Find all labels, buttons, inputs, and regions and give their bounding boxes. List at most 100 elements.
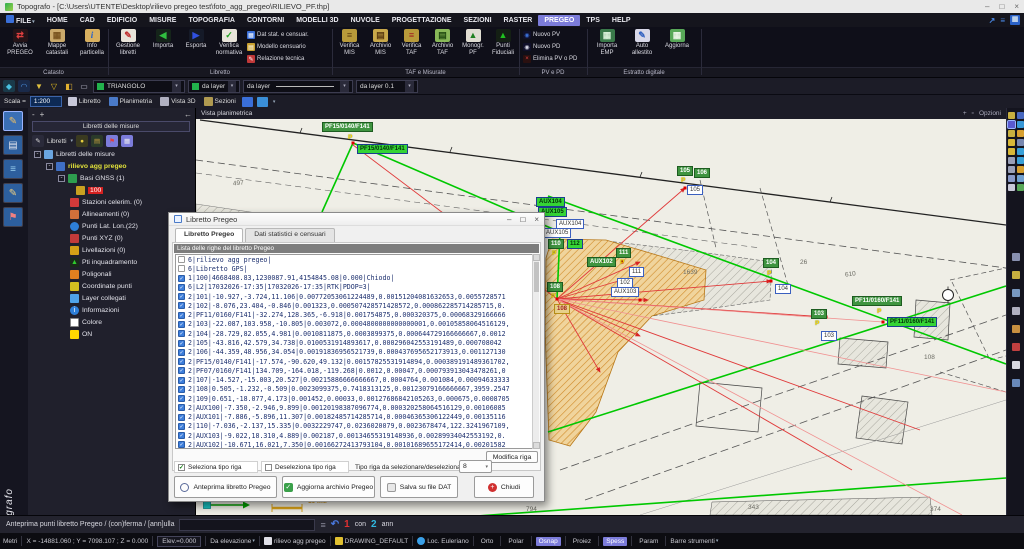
list-row[interactable]: ✓ 2|110|-7.036,-2.137,15.335|0.0032229747…: [176, 422, 537, 431]
tree-item-poligonali[interactable]: Poligonali: [70, 270, 111, 279]
collapse-icon[interactable]: -: [46, 163, 53, 170]
vista3d-view-button[interactable]: Vista 3D: [158, 97, 197, 106]
lock-icon[interactable]: ◧: [63, 80, 75, 92]
zoom-extents-icon[interactable]: [1016, 139, 1024, 146]
elevation-value[interactable]: Elev.=0.000: [157, 535, 202, 547]
importa-button[interactable]: ◀ Importa: [147, 29, 179, 50]
brush-icon[interactable]: ◆: [3, 80, 15, 92]
modello-censuario-button[interactable]: ▤ Modello censuario: [247, 43, 306, 51]
row-checkbox[interactable]: ✓: [178, 302, 185, 310]
tree-item-rilievo[interactable]: - rilievo agg pregeo: [46, 162, 127, 171]
command-input[interactable]: [179, 518, 316, 531]
info-particella-button[interactable]: i Info particella: [76, 29, 108, 56]
deseleziona-checkbox[interactable]: [265, 463, 272, 471]
panel-collapse-icon[interactable]: -: [32, 110, 35, 119]
row-checkbox[interactable]: ✓: [178, 274, 185, 282]
tree-item-root[interactable]: - Libretti delle misure: [34, 150, 115, 159]
row-checkbox[interactable]: ✓: [178, 358, 185, 366]
tree-item-punti-xyz[interactable]: Punti XYZ (0): [70, 234, 123, 243]
libretti-button[interactable]: Libretti: [47, 138, 67, 145]
barre-strumenti-menu[interactable]: Barre strumenti: [670, 538, 714, 545]
edit-hand-tool-icon[interactable]: ✎: [3, 183, 23, 203]
point-108-yellow-box[interactable]: 108: [554, 304, 571, 314]
list-scrollbar[interactable]: [532, 254, 540, 449]
list-row[interactable]: 6|rilievo agg pregeo|: [176, 255, 537, 264]
tree-item-pti-inquadramento[interactable]: ▲ Pti inquadramento: [70, 258, 137, 267]
aggiorna-button[interactable]: ▦ Aggiorna: [660, 29, 694, 50]
deseleziona-tipo-riga-control[interactable]: Deseleziona tipo riga: [261, 461, 349, 473]
grid-icon[interactable]: ▦: [1010, 15, 1020, 25]
menu-home[interactable]: HOME: [41, 15, 74, 26]
move-tool-icon[interactable]: [1012, 307, 1020, 315]
command-list-icon[interactable]: ≡: [320, 520, 325, 530]
list-row[interactable]: ✓ 2|AUX100|-7.350,-2.946,9.899|0.00120198…: [176, 403, 537, 412]
lineweight-select[interactable]: da layer 0.1 ▾: [356, 79, 418, 93]
current-libretto[interactable]: rilievo agg pregeo: [274, 538, 326, 545]
salva-dat-button[interactable]: Salva su file DAT: [380, 476, 458, 498]
libretti-edit-icon[interactable]: ✎: [32, 135, 44, 147]
row-checkbox[interactable]: ✓: [178, 348, 185, 356]
line-tool-icon[interactable]: [1012, 379, 1020, 387]
row-checkbox[interactable]: ✓: [178, 330, 185, 338]
menu-progettazione[interactable]: PROGETTAZIONE: [386, 15, 458, 26]
box-icon[interactable]: ▫: [972, 110, 974, 117]
spess-toggle[interactable]: Spess: [603, 536, 628, 546]
pin-icon[interactable]: ▼: [33, 80, 45, 92]
pan-hand-icon[interactable]: [1016, 166, 1024, 173]
maximize-icon[interactable]: □: [999, 2, 1004, 11]
list-row[interactable]: ✓ 2|109|0.651,-18.077,4.173|0.001452,0.00…: [176, 394, 537, 403]
planimetria-view-button[interactable]: Planimetria: [107, 97, 155, 106]
point-103-box[interactable]: 103: [821, 331, 838, 341]
tipo-riga-select[interactable]: 8 ▾: [459, 460, 492, 473]
snap-end-icon[interactable]: [1006, 120, 1016, 129]
notes-tool-icon[interactable]: ✎: [3, 111, 23, 131]
scroll-down-icon[interactable]: [533, 442, 540, 449]
layers-tool-icon[interactable]: ≡: [3, 159, 23, 179]
aux102-flag[interactable]: AUX102: [587, 257, 616, 267]
tab-libretto-pregeo[interactable]: Libretto Pregeo: [175, 228, 244, 242]
layer-select[interactable]: TRIANGOLO ▾: [93, 79, 185, 93]
point-104-flag[interactable]: 104: [763, 258, 780, 268]
row-checkbox[interactable]: ✓: [178, 376, 185, 384]
menu-file[interactable]: FILE▾: [0, 13, 41, 27]
tree-item-layer-collegati[interactable]: Layer collegati: [70, 294, 126, 303]
pf11-flag-label[interactable]: PF11/0160/F141: [852, 296, 903, 306]
seleziona-tipo-riga-control[interactable]: ✓ Seleziona tipo riga: [174, 461, 258, 473]
crosshair-icon[interactable]: +: [963, 110, 967, 117]
polar-toggle[interactable]: Polar: [505, 537, 526, 546]
menu-topografia[interactable]: TOPOGRAFIA: [182, 15, 241, 26]
point-110-flag[interactable]: 110: [548, 239, 564, 249]
layers-edit-icon[interactable]: ▤: [91, 135, 104, 147]
row-checkbox[interactable]: ✓: [178, 339, 185, 347]
row-checkbox[interactable]: ✓: [178, 283, 185, 291]
pregeo-rows-list[interactable]: 6|rilievo agg pregeo| 6|Libretto GPS| ✓ 1…: [175, 254, 538, 449]
libretto-view-button[interactable]: Libretto: [66, 97, 103, 106]
row-checkbox[interactable]: ✓: [178, 395, 185, 403]
undo-icon[interactable]: ↶: [331, 519, 339, 530]
snap-int-icon[interactable]: [1007, 157, 1015, 164]
polyline-tool-icon[interactable]: [1012, 271, 1020, 279]
point-104-box[interactable]: 104: [775, 284, 792, 294]
menu-edificio[interactable]: EDIFICIO: [101, 15, 143, 26]
list-row[interactable]: ✓ 2|AUX101|-7.886,-5.896,11.307|0.0018248…: [176, 413, 537, 422]
menu-cad[interactable]: CAD: [74, 15, 101, 26]
point-112-box[interactable]: 112: [567, 239, 583, 249]
table-icon[interactable]: ▦: [121, 135, 134, 147]
list-row[interactable]: ✓ 2|PF11/0160/F141|-32.274,128.365,-6.918…: [176, 311, 537, 320]
menu-tps[interactable]: TPS: [580, 15, 606, 26]
row-checkbox[interactable]: ✓: [178, 413, 185, 421]
menu-help[interactable]: HELP: [606, 15, 637, 26]
list-row[interactable]: ✓ 2|AUX102|-10.671,16.021,7.350|0.0016627…: [176, 440, 537, 448]
seleziona-checkbox[interactable]: ✓: [178, 463, 185, 471]
menu-contorni[interactable]: CONTORNI: [241, 15, 290, 26]
tree-item-coordinate-punti[interactable]: Coordinate punti: [70, 282, 132, 291]
scale-input[interactable]: 1:200: [29, 96, 62, 107]
view-map-icon[interactable]: [1016, 184, 1024, 191]
linetype-select[interactable]: da layer ▾: [243, 79, 353, 93]
list-row[interactable]: ✓ 2|103|-22.087,103.958,-10.805|0.003072,…: [176, 320, 537, 329]
monogr-pf-button[interactable]: ▲ Monogr. PF: [458, 29, 488, 56]
tree-item-informazioni[interactable]: i Informazioni: [70, 306, 119, 315]
snap-tan-icon[interactable]: [1007, 184, 1015, 191]
tab-dati-statistici[interactable]: Dati statistici e censuari: [245, 228, 335, 242]
param-toggle[interactable]: Param: [636, 537, 661, 546]
